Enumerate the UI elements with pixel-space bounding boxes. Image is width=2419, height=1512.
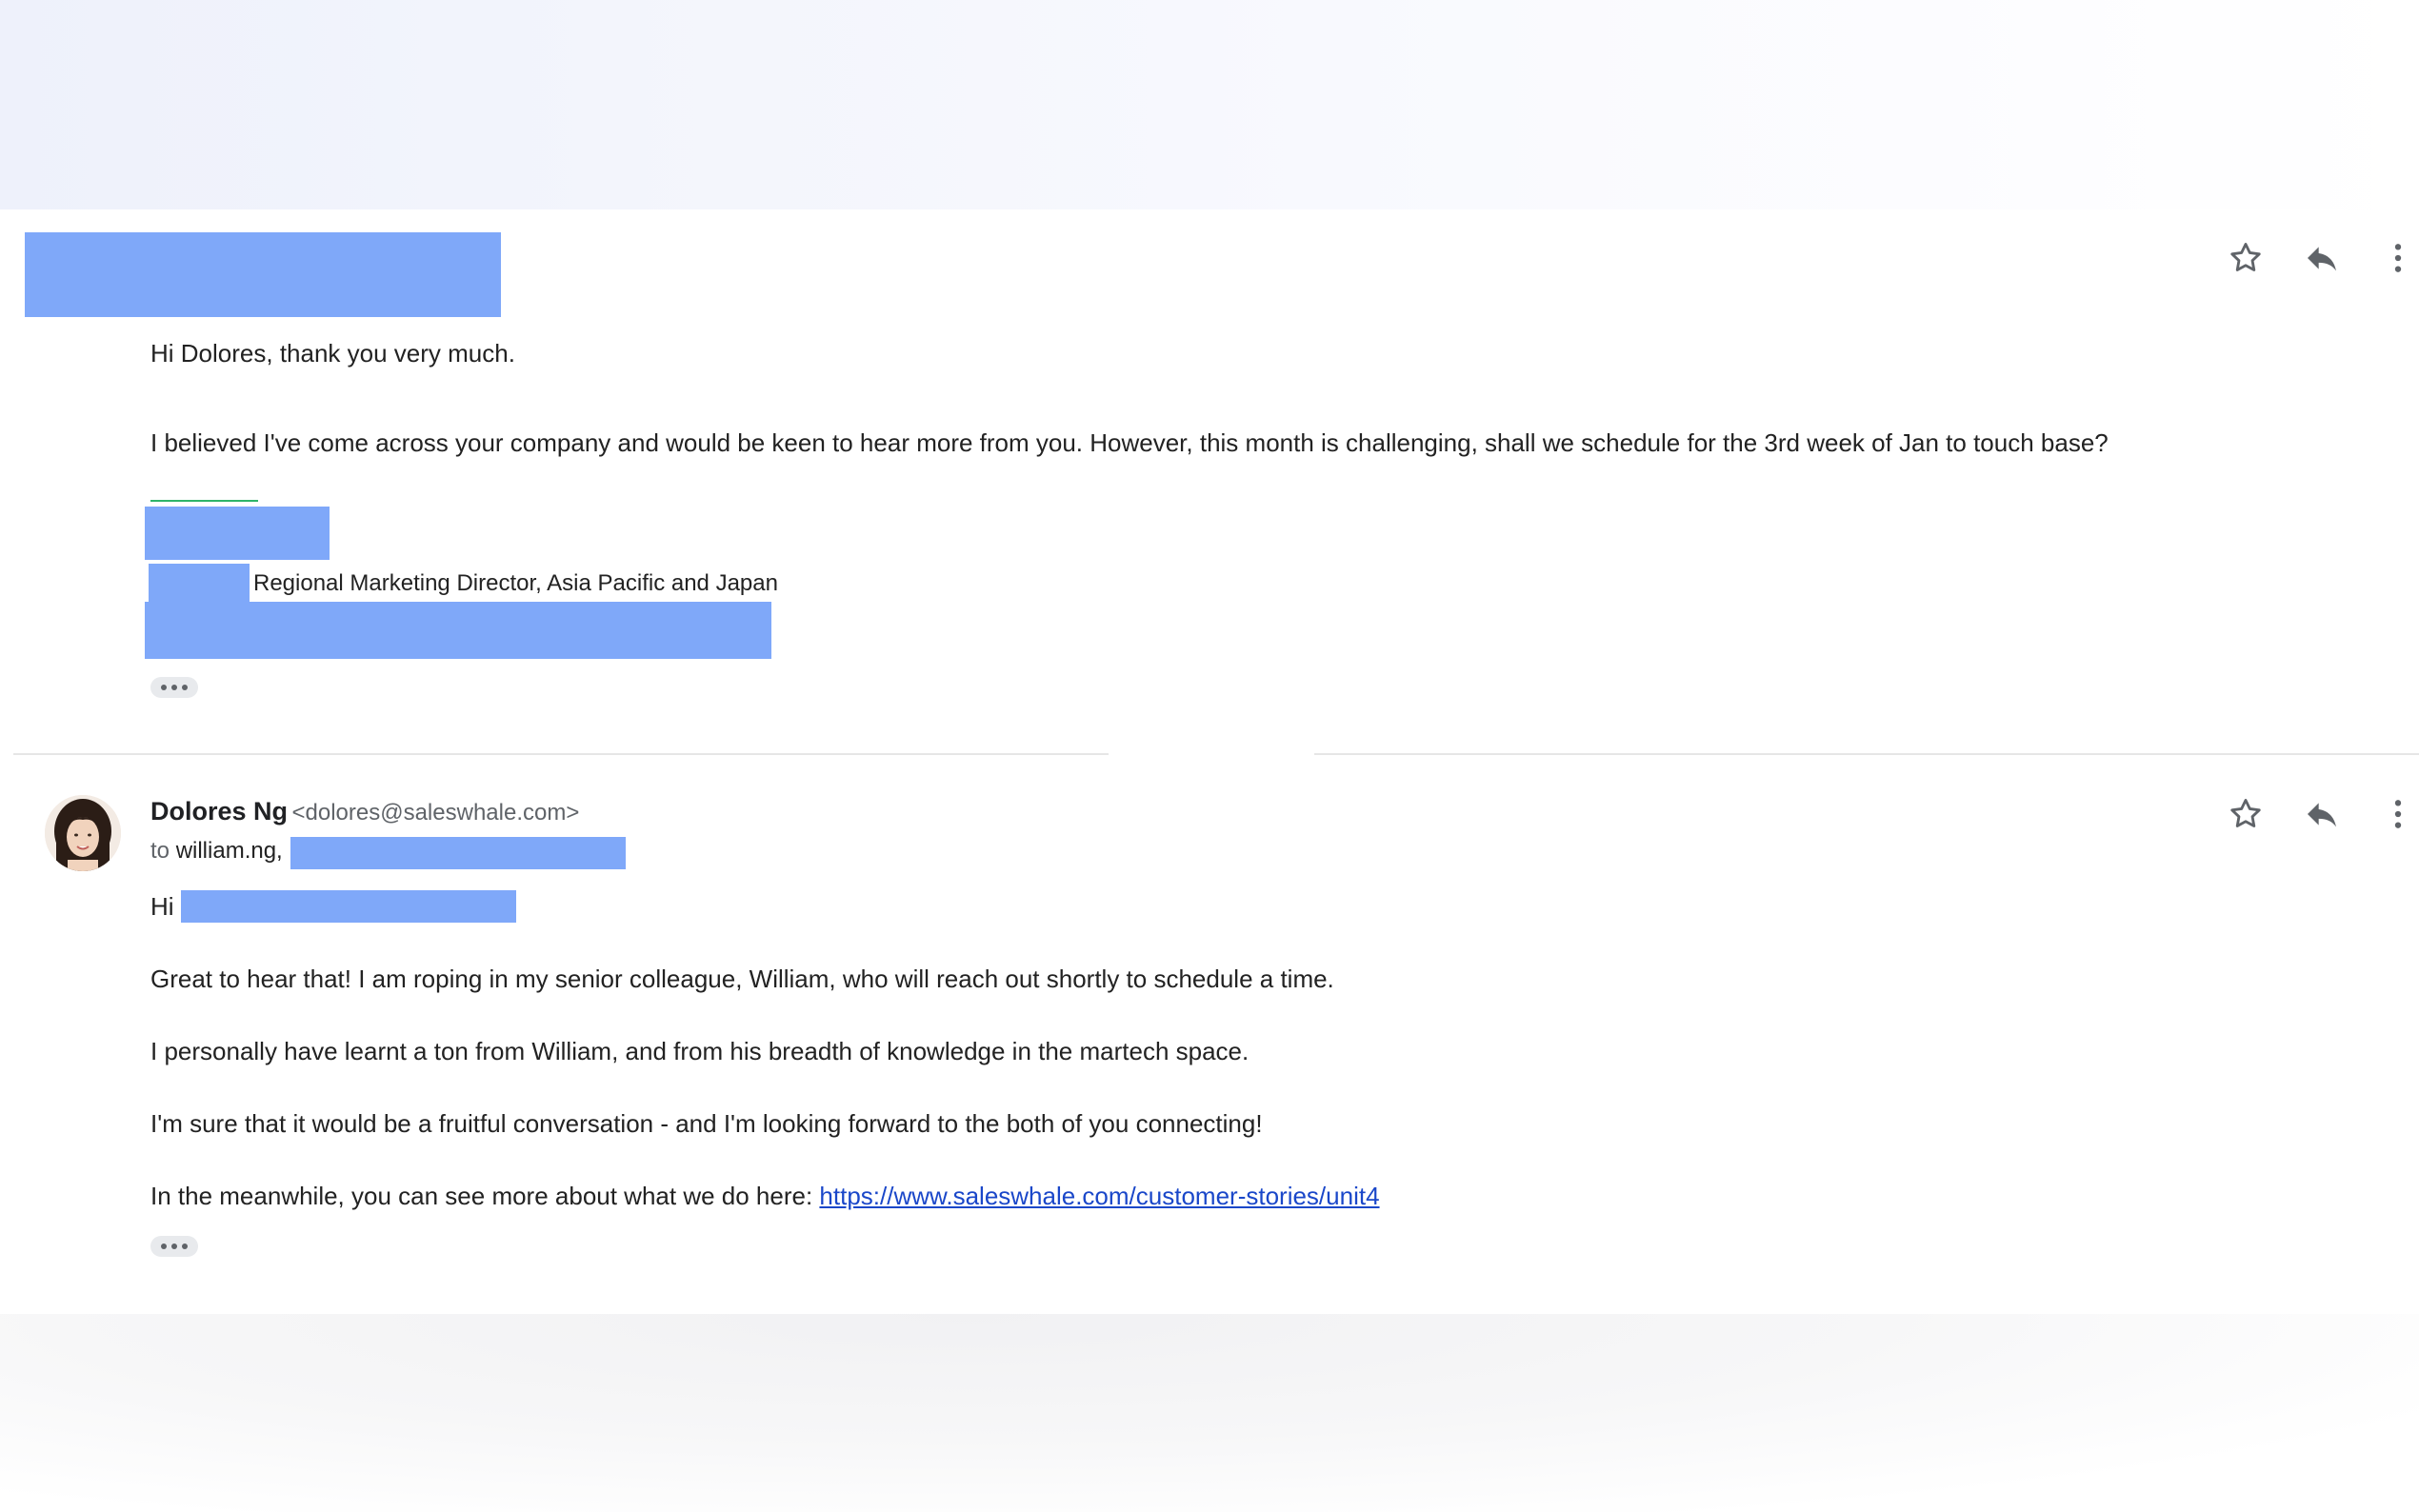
- recipients-line[interactable]: to william.ng,: [150, 837, 283, 865]
- redacted-signature-name: [145, 507, 330, 560]
- reply-button[interactable]: [2291, 228, 2352, 288]
- sender-line: Dolores Ng <dolores@saleswhale.com>: [150, 797, 579, 826]
- message-2-paragraph-1: Great to hear that! I am roping in my se…: [150, 965, 1334, 993]
- more-options-button-2[interactable]: [2368, 784, 2419, 845]
- redacted-recipients: [290, 837, 626, 869]
- message-2-greeting: Hi: [150, 892, 174, 921]
- message-2-paragraph-2: I personally have learnt a ton from Will…: [150, 1037, 1249, 1065]
- customer-story-link[interactable]: https://www.saleswhale.com/customer-stor…: [819, 1182, 1379, 1210]
- signature-title: Regional Marketing Director, Asia Pacifi…: [253, 570, 778, 596]
- more-vertical-icon: [2394, 244, 2402, 272]
- show-trimmed-content-button-2[interactable]: [150, 1236, 198, 1257]
- to-label: to: [150, 838, 170, 864]
- avatar-photo: [45, 795, 121, 871]
- redacted-signature-company: [145, 602, 771, 659]
- redacted-signature-prefix: [149, 564, 250, 602]
- reply-icon: [2308, 803, 2336, 827]
- redacted-sender-header: [25, 232, 501, 317]
- reply-button-2[interactable]: [2291, 784, 2352, 845]
- star-button-2[interactable]: [2215, 784, 2276, 845]
- signature-rule: [150, 500, 258, 502]
- sender-name[interactable]: Dolores Ng: [150, 797, 288, 826]
- avatar[interactable]: [45, 795, 121, 871]
- sender-email: <dolores@saleswhale.com>: [291, 800, 580, 826]
- message-2-paragraph-3: I'm sure that it would be a fruitful con…: [150, 1109, 1263, 1138]
- background-bottom: [0, 1314, 2419, 1512]
- message-2-link-paragraph: In the meanwhile, you can see more about…: [150, 1180, 1380, 1212]
- reply-icon: [2308, 247, 2336, 271]
- message-divider-right: [1314, 753, 2419, 755]
- redacted-greeting-name: [181, 890, 516, 923]
- background-top: [0, 0, 2419, 209]
- message-1-body: I believed I've come across your company…: [150, 428, 2109, 457]
- show-trimmed-content-button[interactable]: [150, 677, 198, 698]
- star-outline-icon: [2230, 243, 2261, 271]
- star-button[interactable]: [2215, 228, 2276, 288]
- star-outline-icon: [2230, 799, 2261, 827]
- more-vertical-icon: [2394, 800, 2402, 828]
- message-1-greeting: Hi Dolores, thank you very much.: [150, 339, 515, 368]
- message-divider: [13, 753, 1109, 755]
- link-prefix: In the meanwhile, you can see more about…: [150, 1182, 820, 1210]
- more-options-button[interactable]: [2368, 228, 2419, 288]
- to-recipient: william.ng,: [175, 838, 283, 864]
